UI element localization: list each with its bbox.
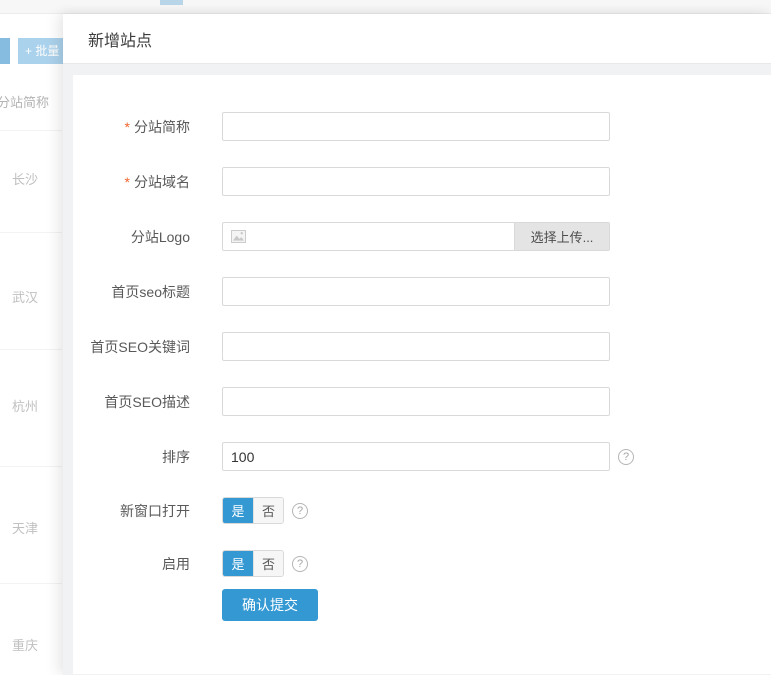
field-label: 首页SEO描述	[73, 392, 190, 412]
field-label: 启用	[73, 554, 190, 574]
table-row[interactable]: 武汉	[12, 287, 38, 306]
row-divider	[0, 349, 62, 350]
required-marker: *	[125, 119, 130, 135]
toggle-option-yes[interactable]: 是	[223, 498, 253, 523]
field-label: 首页SEO关键词	[73, 337, 190, 357]
confirm-submit-button[interactable]: 确认提交	[222, 589, 318, 621]
help-icon[interactable]: ?	[292, 503, 308, 519]
logo-upload-field[interactable]: 选择上传...	[222, 222, 610, 251]
drawer-header: 新增站点	[63, 14, 771, 64]
help-icon[interactable]: ?	[292, 556, 308, 572]
table-row[interactable]: 杭州	[12, 396, 38, 415]
form-row-seo-description: 首页SEO描述	[73, 387, 771, 416]
drawer-body: *分站简称 *分站域名 分站Logo	[63, 64, 771, 674]
form-row-seo-keywords: 首页SEO关键词	[73, 332, 771, 361]
table-row[interactable]: 长沙	[12, 169, 38, 188]
toggle-option-no[interactable]: 否	[253, 551, 283, 576]
field-label-text: 分站域名	[134, 174, 190, 190]
primary-button-clipped[interactable]	[0, 38, 10, 64]
form-row-sort-order: 排序 ?	[73, 442, 771, 471]
open-new-window-toggle[interactable]: 是 否	[222, 497, 284, 524]
form-row-open-new-window: 新窗口打开 是 否 ?	[73, 497, 771, 524]
form-row-site-logo: 分站Logo 选择上传...	[73, 222, 771, 251]
field-label-text: 分站Logo	[131, 229, 190, 245]
tab-indicator	[160, 0, 183, 5]
seo-title-input[interactable]	[222, 277, 610, 306]
form-row-site-short-name: *分站简称	[73, 112, 771, 141]
toggle-option-no[interactable]: 否	[253, 498, 283, 523]
form-row-enabled: 启用 是 否 ?	[73, 550, 771, 577]
choose-upload-button[interactable]: 选择上传...	[514, 223, 609, 250]
field-label-text: 新窗口打开	[120, 503, 190, 519]
page-top-strip	[0, 0, 771, 14]
form-row-site-domain: *分站域名	[73, 167, 771, 196]
seo-description-input[interactable]	[222, 387, 610, 416]
sort-order-input[interactable]	[222, 442, 610, 471]
field-label: 排序	[73, 447, 190, 467]
row-divider	[0, 583, 62, 584]
required-marker: *	[125, 174, 130, 190]
seo-keywords-input[interactable]	[222, 332, 610, 361]
table-column-header: 分站简称	[0, 92, 49, 111]
site-domain-input[interactable]	[222, 167, 610, 196]
add-site-drawer: 新增站点 *分站简称 *分站域名 分站Logo	[63, 14, 771, 675]
form-row-submit: 确认提交	[73, 589, 771, 621]
table-row[interactable]: 重庆	[12, 635, 38, 654]
field-label-text: 首页SEO描述	[104, 394, 190, 410]
row-divider	[0, 466, 62, 467]
field-label: *分站域名	[73, 172, 190, 192]
drawer-title: 新增站点	[88, 27, 152, 51]
field-label-text: 启用	[162, 556, 190, 572]
field-label: 新窗口打开	[73, 501, 190, 521]
image-icon	[231, 230, 246, 243]
enabled-toggle[interactable]: 是 否	[222, 550, 284, 577]
batch-button[interactable]: + 批量	[18, 38, 68, 64]
field-label-text: 排序	[162, 449, 190, 465]
field-label: 分站Logo	[73, 227, 190, 247]
toggle-option-yes[interactable]: 是	[223, 551, 253, 576]
help-icon[interactable]: ?	[618, 449, 634, 465]
site-short-name-input[interactable]	[222, 112, 610, 141]
field-label-text: 首页seo标题	[111, 284, 190, 300]
field-label-text: 分站简称	[134, 119, 190, 135]
table-row[interactable]: 天津	[12, 518, 38, 537]
form-row-seo-title: 首页seo标题	[73, 277, 771, 306]
form-card: *分站简称 *分站域名 分站Logo	[73, 75, 771, 674]
field-label-text: 首页SEO关键词	[90, 339, 190, 355]
field-label: *分站简称	[73, 117, 190, 137]
row-divider	[0, 130, 62, 131]
row-divider	[0, 232, 62, 233]
field-label: 首页seo标题	[73, 282, 190, 302]
